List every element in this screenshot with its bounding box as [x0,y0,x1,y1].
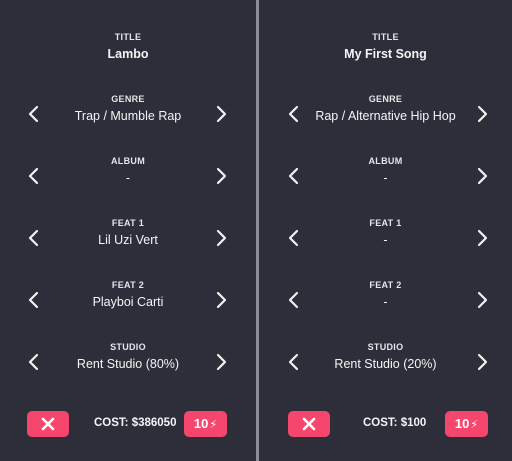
genre-next-button[interactable] [474,104,490,124]
title-field: TITLE Lambo [0,32,256,62]
chevron-left-icon [288,229,299,247]
title-label: TITLE [372,32,399,42]
lightning-icon: ⚡ [470,419,479,431]
song-panel-1: TITLE Lambo GENRE Trap / Mumble Rap ALBU… [0,0,256,461]
feat1-next-button[interactable] [213,228,229,248]
record-energy-button[interactable]: 10⚡ [445,411,488,437]
chevron-right-icon [216,167,227,185]
song-editor-screen: TITLE Lambo GENRE Trap / Mumble Rap ALBU… [0,0,512,461]
cost-label: COST: $100 [363,417,427,429]
title-value: Lambo [107,47,149,61]
title-value: My First Song [344,47,427,61]
chevron-left-icon [288,105,299,123]
record-energy-button[interactable]: 10⚡ [184,411,227,437]
feat1-next-button[interactable] [474,228,490,248]
feat1-prev-button[interactable] [26,228,42,248]
chevron-left-icon [28,229,39,247]
chevron-left-icon [28,353,39,371]
genre-prev-button[interactable] [26,104,42,124]
album-next-button[interactable] [213,166,229,186]
studio-next-button[interactable] [474,352,490,372]
studio-next-button[interactable] [213,352,229,372]
chevron-right-icon [477,291,488,309]
energy-amount: 10 [454,416,470,431]
chevron-right-icon [216,291,227,309]
feat2-prev-button[interactable] [286,290,302,310]
song-panel-2: TITLE My First Song GENRE Rap / Alternat… [259,0,512,461]
chevron-right-icon [216,353,227,371]
cancel-button[interactable] [288,411,330,437]
chevron-left-icon [288,167,299,185]
chevron-right-icon [477,105,488,123]
chevron-right-icon [477,167,488,185]
genre-next-button[interactable] [213,104,229,124]
title-field: TITLE My First Song [259,32,512,62]
chevron-right-icon [477,353,488,371]
feat2-next-button[interactable] [474,290,490,310]
chevron-left-icon [28,105,39,123]
studio-prev-button[interactable] [26,352,42,372]
album-prev-button[interactable] [26,166,42,186]
chevron-left-icon [28,167,39,185]
chevron-right-icon [216,105,227,123]
title-label: TITLE [114,32,142,42]
album-prev-button[interactable] [286,166,302,186]
feat1-prev-button[interactable] [286,228,302,248]
studio-prev-button[interactable] [286,352,302,372]
close-icon [41,417,55,431]
feat2-prev-button[interactable] [26,290,42,310]
genre-prev-button[interactable] [286,104,302,124]
energy-amount: 10 [193,416,209,431]
chevron-left-icon [28,291,39,309]
close-icon [302,417,316,431]
lightning-icon: ⚡ [209,419,218,431]
chevron-right-icon [477,229,488,247]
album-next-button[interactable] [474,166,490,186]
chevron-right-icon [216,229,227,247]
cost-label: COST: $386050 [94,417,177,429]
cancel-button[interactable] [27,411,69,437]
chevron-left-icon [288,291,299,309]
feat2-next-button[interactable] [213,290,229,310]
chevron-left-icon [288,353,299,371]
